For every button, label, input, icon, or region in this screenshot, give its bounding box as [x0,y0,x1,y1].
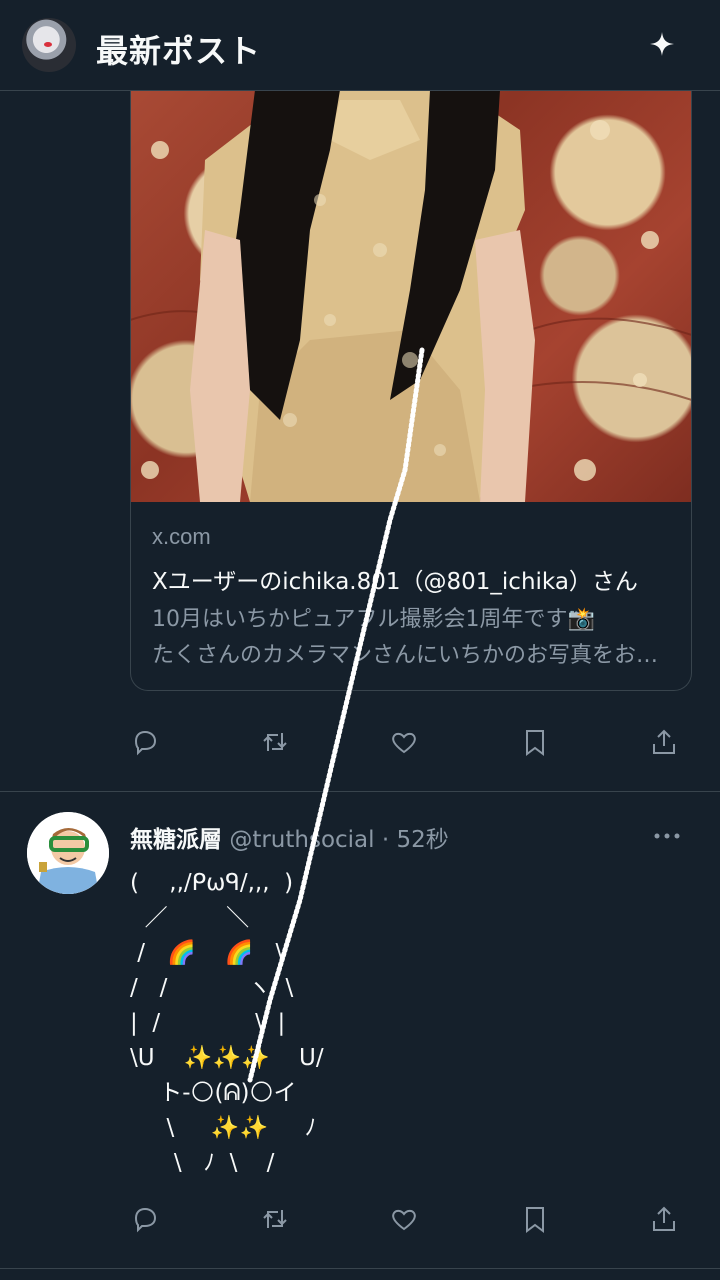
page-title: 最新ポスト [96,32,262,70]
link-description-line1: 10月はいちかピュアフル撮影会1周年です📸 [152,607,595,632]
reply-icon[interactable] [130,1204,160,1234]
reply-icon[interactable] [130,727,160,757]
share-icon[interactable] [649,1204,679,1234]
separator-dot: · [381,827,390,853]
profile-avatar[interactable] [22,18,76,72]
link-domain: x.com [152,524,211,549]
author-line: 無糖派層 @truthsocial · 52秒 [130,820,449,854]
tweet1-action-bar [130,727,690,767]
link-card[interactable] [130,90,692,691]
top-header: 最新ポスト [0,0,720,91]
author-name[interactable]: 無糖派層 [130,827,222,853]
share-icon[interactable] [649,727,679,757]
repost-icon[interactable] [260,1204,290,1234]
more-options-icon[interactable] [654,828,680,842]
repost-icon[interactable] [260,727,290,757]
sparkle-icon[interactable] [648,30,676,58]
link-description: 10月はいちかピュアフル撮影会1周年です📸 たくさんのカメラマンさんにいちかのお… [152,602,662,674]
tweet2-action-bar [130,1204,690,1244]
link-title[interactable]: Xユーザーのichika.801（@801_ichika）さん [152,562,638,596]
like-icon[interactable] [389,727,419,757]
author-handle[interactable]: @truthsocial [229,827,374,853]
bookmark-icon[interactable] [520,1204,550,1234]
link-description-line2: たくさんのカメラマンさんにいちかのお写真をお願いしました [152,643,662,668]
bookmark-icon[interactable] [520,727,550,757]
post-time[interactable]: 52秒 [396,827,448,853]
divider [0,1268,720,1269]
post-text: ( ,,/ᑭωᑫ/,,, ) ／ ＼ / 🌈 🌈 \ / / ヽ \ | / \… [130,870,324,1176]
user-avatar[interactable] [27,812,109,894]
divider [0,791,720,792]
like-icon[interactable] [389,1204,419,1234]
